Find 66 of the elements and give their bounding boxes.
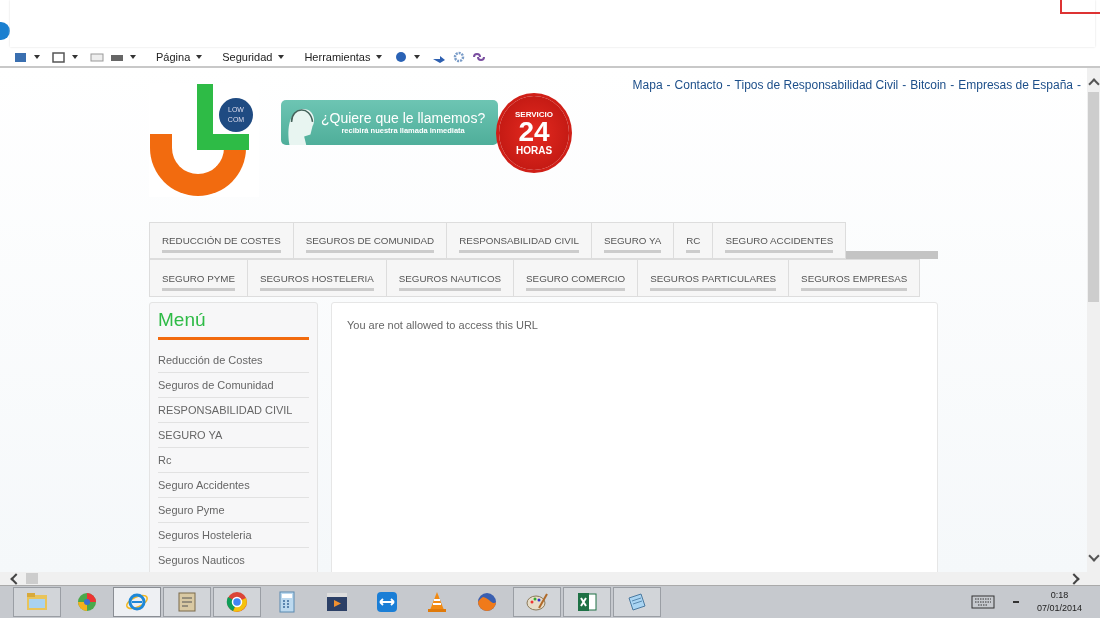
taskbar-button[interactable] (113, 587, 161, 617)
link-separator: - (726, 78, 731, 92)
toolbar-menu[interactable]: Herramientas (296, 51, 371, 63)
spreadsheet-icon (575, 590, 599, 614)
settings-icon[interactable] (452, 51, 467, 63)
circle-browser-icon (225, 590, 249, 614)
nav-tab[interactable]: SEGURO ACCIDENTES (712, 222, 847, 259)
link-separator: - (950, 78, 955, 92)
header-link[interactable]: Bitcoin (910, 78, 947, 92)
nav-tab[interactable]: SEGUROS DE COMUNIDAD (292, 222, 447, 259)
link-separator: - (666, 78, 671, 92)
sidebar-link[interactable]: Seguro Accidentes (158, 473, 309, 498)
horizontal-scrollbar[interactable] (0, 572, 1100, 585)
link-separator: - (902, 78, 907, 92)
nav-tab[interactable]: SEGUROS EMPRESAS (788, 259, 921, 297)
cone-icon (425, 590, 449, 614)
nav-tab[interactable]: REDUCCIÓN DE COSTES (149, 222, 293, 259)
banner-title: ¿Quiere que le llamemos? (321, 110, 486, 126)
caret-icon[interactable] (34, 55, 40, 59)
service-seal: SERVICIO 24 HORAS (499, 96, 569, 170)
nav-tab[interactable]: RC (673, 222, 713, 259)
link-icon[interactable] (472, 51, 487, 63)
sidebar-link[interactable]: Rc (158, 448, 309, 473)
caret-icon[interactable] (72, 55, 78, 59)
clock-time: 0:18 (1050, 589, 1069, 602)
taskbar-button[interactable] (563, 587, 611, 617)
nav-tab[interactable]: SEGUROS HOSTELERIA (246, 259, 386, 297)
sidebar-title: Menú (158, 307, 309, 340)
sidebar-link[interactable]: Seguros Hosteleria (158, 523, 309, 548)
caret-icon[interactable] (414, 55, 421, 59)
nav-tab[interactable]: SEGURO COMERCIO (513, 259, 638, 297)
arrows-icon (375, 590, 399, 614)
caret-icon[interactable] (376, 55, 383, 59)
nav-tab[interactable]: SEGUROS NAUTICOS (385, 259, 514, 297)
caret-icon[interactable] (130, 55, 136, 59)
sidebar-link[interactable]: SEGURO YA (158, 423, 309, 448)
caret-icon[interactable] (196, 55, 203, 59)
fire-globe-icon (475, 590, 499, 614)
help-icon[interactable] (394, 51, 409, 63)
film-icon (325, 590, 349, 614)
page-icon[interactable] (14, 51, 28, 63)
nav-tab[interactable]: SEGURO YA (590, 222, 674, 259)
error-message: You are not allowed to access this URL (347, 319, 539, 331)
link-separator: - (1077, 78, 1081, 92)
document-icon (175, 590, 199, 614)
caret-icon[interactable] (278, 55, 285, 59)
sidebar-link[interactable]: Seguros de Comunidad (158, 373, 309, 398)
sidebar-link[interactable]: RESPONSABILIDAD CIVIL (158, 398, 309, 423)
vertical-scrollbar[interactable] (1087, 68, 1100, 572)
clock-date: 07/01/2014 (1036, 602, 1082, 615)
toolbar-menu[interactable]: Página (148, 51, 191, 63)
scroll-thumb[interactable] (26, 573, 38, 584)
header-link[interactable]: Tipos de Responsabilidad Civil (734, 78, 899, 92)
header-link[interactable]: Mapa (632, 78, 663, 92)
toolbar-menu[interactable]: Seguridad (214, 51, 273, 63)
globe-icon (75, 590, 99, 614)
header-link[interactable]: Empresas de España (958, 78, 1073, 92)
nav-tab[interactable]: RESPONSABILIDAD CIVIL (446, 222, 591, 259)
nav-tab[interactable]: SEGURO PYME (149, 259, 247, 297)
sidebar-link[interactable]: Seguro Pyme (158, 498, 309, 523)
nav-tab[interactable]: SEGUROS PARTICULARES (637, 259, 789, 297)
feed-icon[interactable] (52, 51, 66, 63)
notepad-icon (625, 590, 649, 614)
sidebar-link[interactable]: Reducción de Costes (158, 348, 309, 373)
taskbar-button[interactable] (213, 587, 261, 617)
header-link[interactable]: Contacto (674, 78, 723, 92)
